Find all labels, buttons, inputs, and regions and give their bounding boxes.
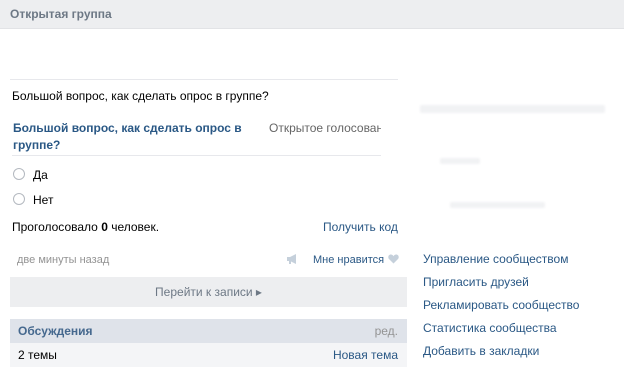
heart-icon[interactable] [388,254,399,264]
divider [12,155,381,156]
topics-count[interactable]: 2 темы [18,348,57,362]
vote-count-number: 0 [101,220,108,234]
megaphone-icon[interactable] [286,253,300,265]
blurred-content [450,202,545,208]
group-type-title: Открытая группа [10,7,112,21]
poll-option-label[interactable]: Да [33,168,48,182]
discussions-header: Обсуждения ред. [10,319,407,343]
poll-option-radio[interactable] [13,168,25,180]
manage-community-link[interactable]: Управление сообществом [423,252,568,266]
blurred-content [420,105,605,113]
community-stats-link[interactable]: Статистика сообщества [423,321,557,335]
new-topic-link[interactable]: Новая тема [333,348,398,362]
vote-count: Проголосовало 0 человек. [12,220,159,234]
discussions-row: 2 темы Новая тема [10,343,407,367]
goto-post-button[interactable]: Перейти к записи ▸ [10,277,407,307]
poll-type: Открытое голосование [269,121,381,135]
advertise-community-link[interactable]: Рекламировать сообщество [423,298,579,312]
discussions-edit-link[interactable]: ред. [375,324,398,338]
post-text: Большой вопрос, как сделать опрос в груп… [12,89,269,103]
poll-option-label[interactable]: Нет [33,193,53,207]
blurred-content [440,158,480,164]
poll-title[interactable]: Большой вопрос, как сделать опрос в груп… [13,120,258,154]
discussions-title[interactable]: Обсуждения [18,324,93,338]
add-bookmark-link[interactable]: Добавить в закладки [423,344,539,358]
divider [10,79,398,80]
post-time[interactable]: две минуты назад [17,254,109,266]
get-code-link[interactable]: Получить код [323,220,398,234]
group-type-bar: Открытая группа [0,0,624,29]
like-button[interactable]: Мне нравится [313,254,384,266]
vote-count-prefix: Проголосовало [12,220,102,234]
invite-friends-link[interactable]: Пригласить друзей [423,275,529,289]
poll-option-radio[interactable] [13,193,25,205]
vote-count-suffix: человек. [107,220,160,234]
